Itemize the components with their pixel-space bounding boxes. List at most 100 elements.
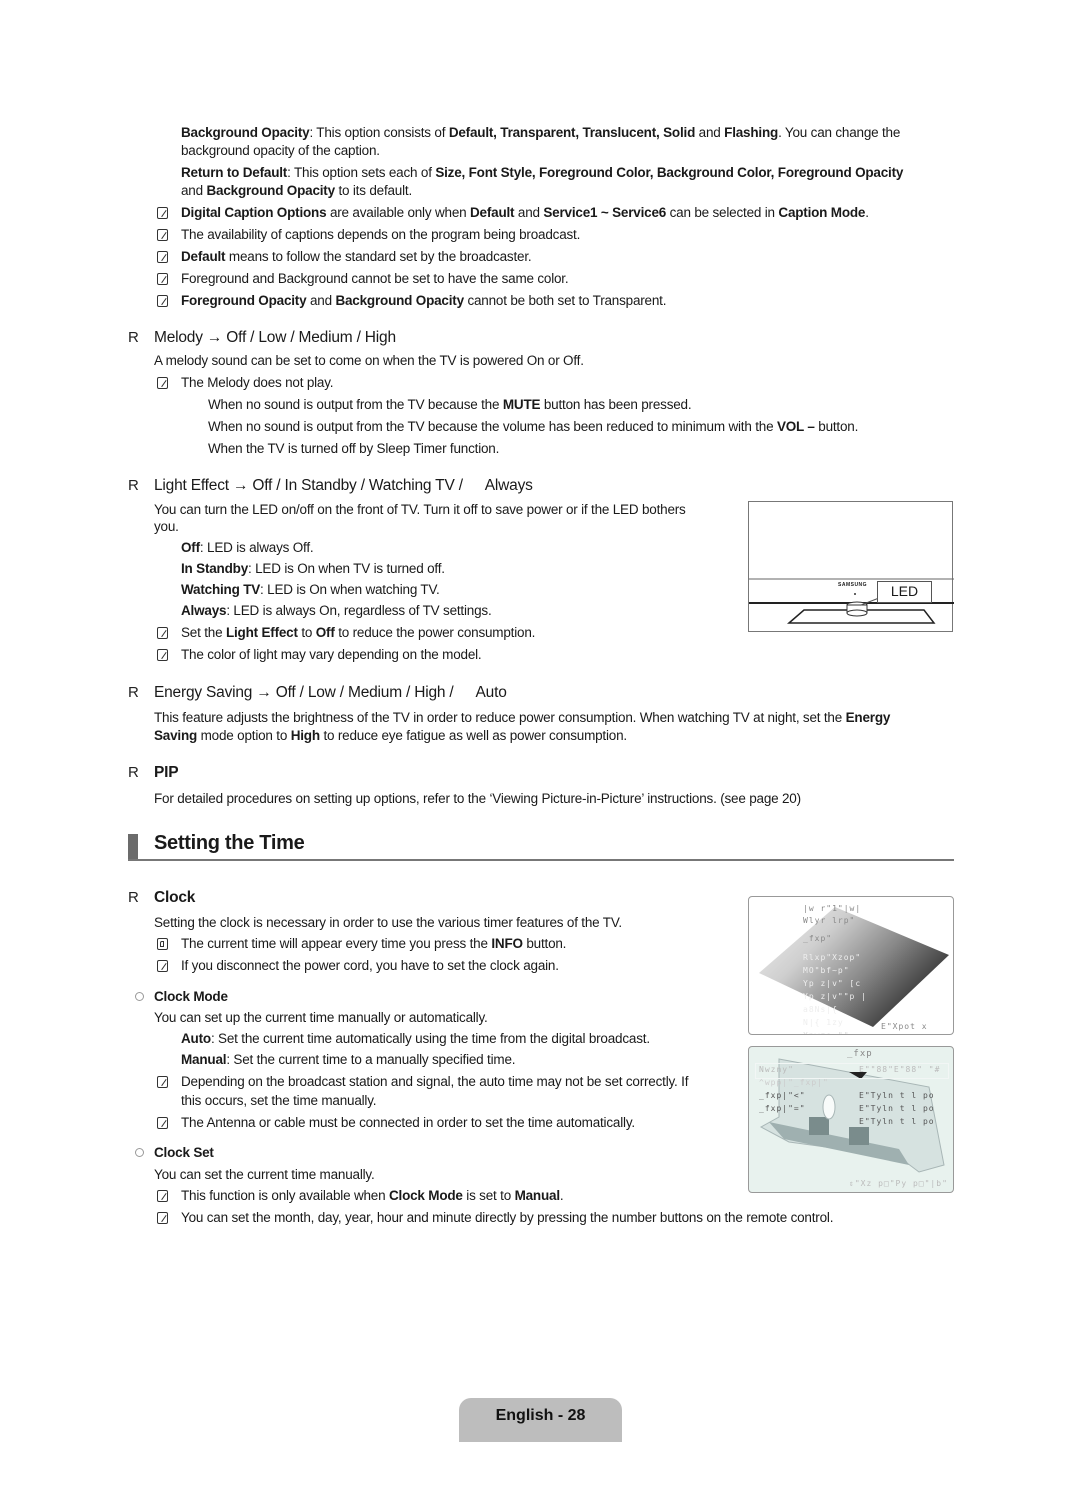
term: Default, Transparent, Translucent, Solid	[448, 125, 696, 140]
light-option-standby: In Standby: LED is On when TV is turned …	[181, 560, 445, 578]
term: High	[290, 728, 320, 743]
pip-desc: For detailed procedures on setting up op…	[154, 791, 801, 806]
light-option-off: Off: LED is always Off.	[181, 539, 314, 557]
osd-line: Rlxp"Xzop"	[803, 953, 862, 962]
term: Default	[181, 249, 226, 264]
clock-set-desc: You can set the current time manually.	[154, 1167, 375, 1182]
energy-desc-2: Saving mode option to High to reduce eye…	[154, 727, 627, 745]
heading-text-last: Auto	[475, 684, 507, 701]
melody-heading: Melody → Off / Low / Medium / High	[154, 329, 396, 346]
note-icon	[157, 295, 168, 307]
term: Clock Mode	[388, 1188, 463, 1203]
term: MUTE	[502, 397, 541, 412]
text: : Set the current time to a manually spe…	[226, 1052, 516, 1067]
text: to	[297, 625, 316, 640]
section-title: Setting the Time	[154, 832, 305, 854]
osd-row-value: E"Tyln t l po	[859, 1104, 935, 1113]
return-default-line2: and Background Opacity to its default.	[181, 182, 412, 200]
text: When no sound is output from the TV beca…	[208, 419, 777, 434]
light-note-1: Set the Light Effect to Off to reduce th…	[181, 624, 535, 642]
text: When no sound is output from the TV beca…	[208, 397, 503, 412]
section-marker: R	[128, 684, 139, 701]
osd-row-value: E"Tyln t l po	[859, 1117, 935, 1126]
clock-mode-manual: Manual: Set the current time to a manual…	[181, 1051, 516, 1069]
clock-desc: Setting the clock is necessary in order …	[154, 915, 622, 930]
text: and	[514, 205, 544, 220]
term: Manual	[181, 1052, 227, 1067]
note-icon	[157, 273, 168, 285]
tv-led-figure: SAMSUNG LED	[748, 501, 954, 632]
text: This feature adjusts the brightness of t…	[154, 710, 846, 725]
light-option-always: Always: LED is always On, regardless of …	[181, 602, 492, 620]
sub-item-marker	[135, 1148, 144, 1157]
led-callout: LED	[877, 581, 932, 603]
osd-text-block: |w r"1"|w| Wlyr lrp" _fxp" Rlxp"Xzop" MO…	[803, 903, 867, 1034]
text: cannot be both set to Transparent.	[463, 293, 667, 308]
brand-logo: SAMSUNG	[838, 582, 868, 588]
osd-line: Yp z|v""p |	[803, 992, 867, 1001]
term: Background Opacity	[181, 125, 310, 140]
term: In Standby	[181, 561, 249, 576]
text: to its default.	[334, 183, 413, 198]
osd-line: a8Ns|{	[803, 1005, 838, 1014]
page-footer-tab: English - 28	[459, 1398, 622, 1442]
osd-row-label: _fxp|"="	[759, 1104, 806, 1113]
term: Digital Caption Options	[181, 205, 327, 220]
note-icon	[157, 1212, 168, 1224]
bg-opacity-line1: Background Opacity: This option consists…	[181, 124, 900, 142]
caption-note-2: The availability of captions depends on …	[181, 227, 581, 242]
clock-mode-note-1b: this occurs, set the time manually.	[181, 1093, 377, 1108]
tip-icon	[157, 938, 168, 950]
note-icon	[157, 1190, 168, 1202]
note-icon	[157, 627, 168, 639]
caption-note-5: Foreground Opacity and Background Opacit…	[181, 292, 666, 310]
text: and	[181, 183, 207, 198]
text: button.	[814, 419, 859, 434]
section-marker: R	[128, 764, 139, 781]
term: Service1 ~ Service6	[543, 205, 667, 220]
text: : LED is On when watching TV.	[260, 582, 440, 597]
light-effect-heading: Light Effect → Off / In Standby / Watchi…	[154, 477, 533, 495]
note-icon	[157, 1117, 168, 1129]
osd-line: Xpwzo ""	[803, 1029, 867, 1034]
clock-mode-note-2: The Antenna or cable must be connected i…	[181, 1115, 635, 1130]
text: . You can change the	[778, 125, 901, 140]
clock-mode-desc: You can set up the current time manually…	[154, 1010, 488, 1025]
caption-note-3: Default means to follow the standard set…	[181, 248, 532, 266]
melody-case-3: When the TV is turned off by Sleep Timer…	[208, 441, 500, 456]
term: VOL –	[776, 419, 815, 434]
clock-heading: Clock	[154, 889, 196, 906]
osd-line: MO"bf~p"	[803, 966, 850, 975]
osd-line: Yp z|v" [c	[803, 979, 862, 988]
term: Auto	[181, 1031, 211, 1046]
text: The current time will appear every time …	[181, 936, 492, 951]
text: to reduce the power consumption.	[334, 625, 536, 640]
osd-row-value: E""88"E"88" "#	[859, 1065, 941, 1074]
heading-text-last: Always	[484, 477, 533, 494]
text: .	[865, 205, 869, 220]
melody-desc: A melody sound can be set to come on whe…	[154, 353, 584, 368]
term: Default	[469, 205, 515, 220]
note-icon	[157, 229, 168, 241]
term: Watching TV	[181, 582, 261, 597]
section-marker: R	[128, 329, 139, 346]
note-icon	[157, 649, 168, 661]
term: Off	[315, 625, 335, 640]
term: INFO	[491, 936, 523, 951]
note-icon	[157, 251, 168, 263]
term: Always	[181, 603, 227, 618]
note-icon	[157, 377, 168, 389]
osd-line: |w r"1"|w|	[803, 904, 862, 913]
melody-case-2: When no sound is output from the TV beca…	[208, 418, 858, 436]
melody-case-1: When no sound is output from the TV beca…	[208, 396, 692, 414]
caption-note-1: Digital Caption Options are available on…	[181, 204, 869, 222]
clock-note: If you disconnect the power cord, you ha…	[181, 958, 559, 973]
note-icon	[157, 960, 168, 972]
text: to reduce eye fatigue as well as power c…	[319, 728, 627, 743]
text: : LED is always On, regardless of TV set…	[226, 603, 492, 618]
text: button has been pressed.	[540, 397, 692, 412]
osd-row-label: _fxp|"<"	[759, 1091, 806, 1100]
return-default-line1: Return to Default: This option sets each…	[181, 164, 903, 182]
term: Background Opacity	[206, 183, 335, 198]
heading-text: Energy Saving → Off / Low / Medium / Hig…	[154, 684, 454, 701]
